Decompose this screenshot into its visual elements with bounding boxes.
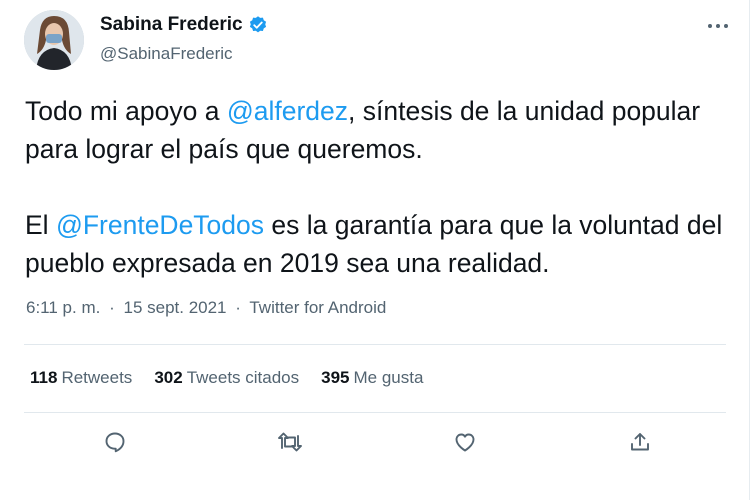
tweet-text-segment: El bbox=[25, 210, 56, 240]
divider bbox=[24, 344, 726, 345]
meta-separator: · bbox=[235, 298, 241, 317]
author-name-row: Sabina Frederic bbox=[100, 14, 268, 36]
author-name[interactable]: Sabina Frederic bbox=[100, 14, 243, 36]
mention-link-alferdez[interactable]: @alferdez bbox=[227, 96, 348, 126]
retweets-count: 118 bbox=[30, 368, 58, 387]
retweets-stat[interactable]: 118 Retweets bbox=[30, 368, 132, 388]
quotes-label: Tweets citados bbox=[186, 368, 300, 387]
retweet-icon bbox=[278, 432, 302, 452]
tweet-source[interactable]: Twitter for Android bbox=[249, 298, 386, 317]
tweet-paragraph-2: El @FrenteDeTodos es la garantía para qu… bbox=[25, 206, 725, 282]
likes-stat[interactable]: 395 Me gusta bbox=[321, 368, 423, 388]
likes-count: 395 bbox=[321, 368, 350, 387]
share-button[interactable] bbox=[620, 422, 660, 462]
meta-separator: · bbox=[109, 298, 115, 317]
retweets-label: Retweets bbox=[61, 368, 133, 387]
tweet-actions bbox=[0, 422, 750, 470]
divider bbox=[24, 412, 726, 413]
tweet-text: Todo mi apoyo a @alferdez, síntesis de l… bbox=[25, 92, 725, 320]
verified-badge-icon bbox=[249, 16, 266, 33]
avatar[interactable] bbox=[24, 10, 84, 70]
like-button[interactable] bbox=[445, 422, 485, 462]
tweet-date[interactable]: 15 sept. 2021 bbox=[123, 298, 226, 317]
likes-label: Me gusta bbox=[353, 368, 424, 387]
reply-icon bbox=[105, 432, 125, 453]
quotes-count: 302 bbox=[154, 368, 183, 387]
avatar-image bbox=[24, 10, 84, 70]
more-icon[interactable] bbox=[703, 14, 733, 38]
quotes-stat[interactable]: 302 Tweets citados bbox=[154, 368, 299, 388]
tweet-text-segment: Todo mi apoyo a bbox=[25, 96, 227, 126]
tweet-meta: 6:11 p. m. · 15 sept. 2021 · Twitter for… bbox=[26, 298, 386, 318]
tweet-card: Sabina Frederic @SabinaFrederic Todo mi … bbox=[0, 0, 750, 500]
tweet-paragraph-1: Todo mi apoyo a @alferdez, síntesis de l… bbox=[25, 92, 725, 168]
reply-button[interactable] bbox=[95, 422, 135, 462]
retweet-button[interactable] bbox=[270, 422, 310, 462]
author-handle[interactable]: @SabinaFrederic bbox=[100, 44, 233, 64]
tweet-time[interactable]: 6:11 p. m. bbox=[26, 298, 100, 317]
share-icon bbox=[631, 433, 649, 451]
heart-icon bbox=[455, 433, 475, 452]
mention-link-frentedetodos[interactable]: @FrenteDeTodos bbox=[56, 210, 264, 240]
tweet-stats: 118 Retweets 302 Tweets citados 395 Me gust… bbox=[30, 368, 423, 388]
